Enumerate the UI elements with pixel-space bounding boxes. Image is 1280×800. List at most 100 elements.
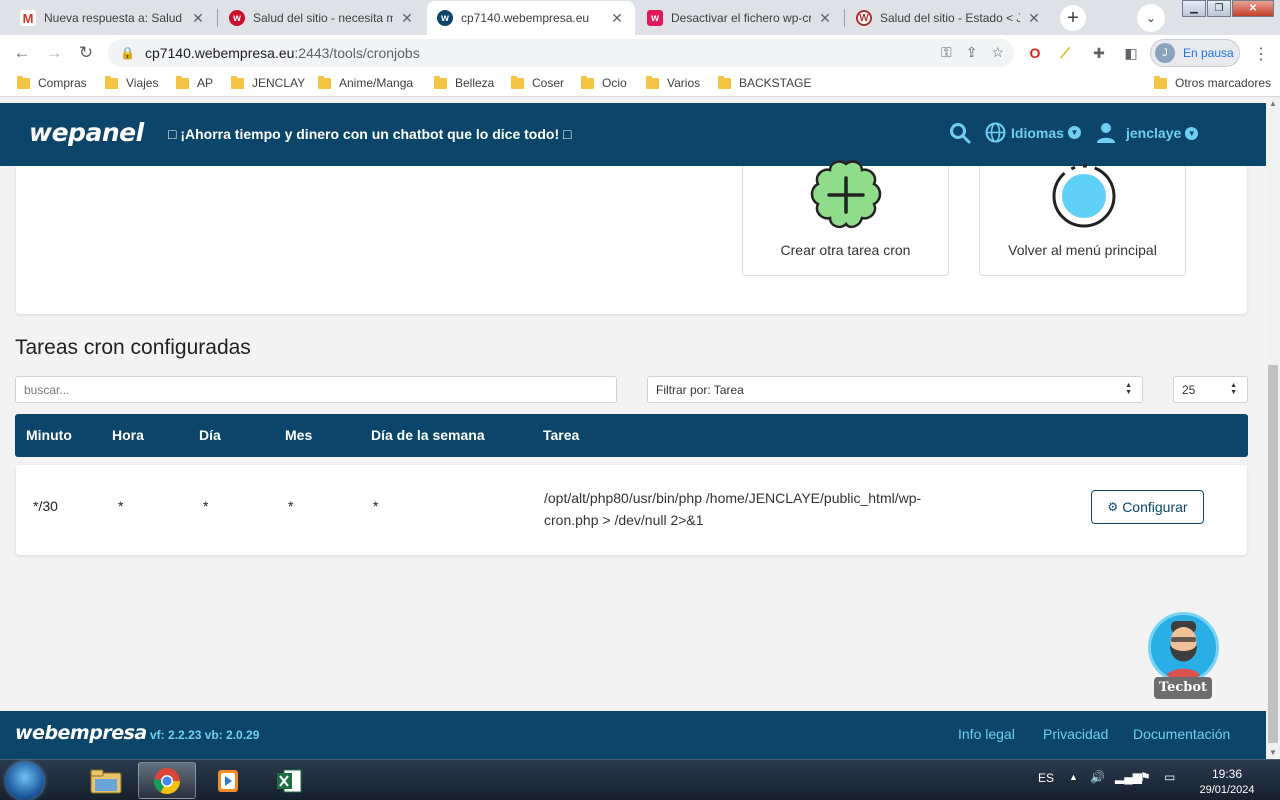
back-button[interactable]: ← xyxy=(10,41,34,65)
footer-link-privacy[interactable]: Privacidad xyxy=(1043,726,1108,742)
side-panel-icon[interactable]: ◧ xyxy=(1121,43,1141,63)
bookmark-varios[interactable]: Varios xyxy=(646,75,701,90)
bookmark-backstage[interactable]: BACKSTAGE xyxy=(718,75,811,90)
close-icon[interactable]: ✕ xyxy=(1026,10,1042,27)
folder-icon xyxy=(511,75,524,89)
configure-button[interactable]: ⚙ Configurar xyxy=(1091,490,1204,524)
bookmark-coser[interactable]: Coser xyxy=(511,75,565,90)
close-icon[interactable]: ✕ xyxy=(190,10,206,27)
tab-title: cp7140.webempresa.eu xyxy=(461,11,590,25)
network-icon[interactable]: ▂▄▆ xyxy=(1115,770,1142,784)
bookmark-belleza[interactable]: Belleza xyxy=(434,75,494,90)
start-button[interactable] xyxy=(6,762,44,800)
bookmark-viajes[interactable]: Viajes xyxy=(105,75,159,90)
maximize-button[interactable]: ❐ xyxy=(1207,0,1231,17)
star-icon[interactable]: ☆ xyxy=(991,44,1004,61)
taskbar-excel[interactable] xyxy=(260,762,318,799)
webempresa-icon: w xyxy=(647,10,663,26)
webempresa-logo[interactable]: webempresa xyxy=(15,722,147,744)
close-icon[interactable]: ✕ xyxy=(609,10,625,27)
key-icon[interactable]: ⚿ xyxy=(941,44,952,61)
add-icon xyxy=(810,160,882,229)
folder-icon xyxy=(231,75,244,89)
cell-day: * xyxy=(203,498,209,514)
url-host: cp7140.webempresa.eu xyxy=(144,45,295,61)
tecbot-label: Tecbot xyxy=(1154,677,1212,699)
bearded-man-icon xyxy=(1165,621,1202,680)
browser-menu-icon[interactable]: ⋮ xyxy=(1253,44,1269,64)
back-to-menu-button[interactable]: Volver al menú principal xyxy=(979,164,1186,276)
action-center-icon[interactable]: ⚑ xyxy=(1140,770,1151,784)
tab-search-button[interactable]: ⌄ xyxy=(1137,4,1165,32)
wepanel-logo[interactable]: wepanel xyxy=(29,118,144,147)
share-icon[interactable]: ⇪ xyxy=(966,44,978,61)
bookmark-anime-manga[interactable]: Anime/Manga xyxy=(318,75,413,90)
window-controls: ▁ ❐ ✕ xyxy=(1181,0,1274,17)
filter-select[interactable]: Filtrar por: Tarea ▲ ▼ xyxy=(647,376,1143,403)
filter-select-value: Filtrar por: Tarea xyxy=(656,382,744,397)
yellow-extension-icon[interactable]: ⟋ xyxy=(1055,43,1075,63)
scroll-up-icon[interactable]: ▲ xyxy=(1269,99,1277,108)
reload-button[interactable]: ↻ xyxy=(74,41,98,65)
languages-dropdown[interactable]: Idiomas ▼ xyxy=(985,122,1081,143)
task-line: /opt/alt/php80/usr/bin/php /home/JENCLAY… xyxy=(544,490,922,506)
minimize-button[interactable]: ▁ xyxy=(1182,0,1206,17)
extensions-puzzle-icon[interactable]: ✚ xyxy=(1089,43,1109,63)
taskbar-media-player[interactable] xyxy=(199,762,257,799)
footer-link-docs[interactable]: Documentación xyxy=(1133,726,1230,742)
footer-link-legal[interactable]: Info legal xyxy=(958,726,1015,742)
close-window-button[interactable]: ✕ xyxy=(1232,0,1274,17)
system-clock[interactable]: 19:36 29/01/2024 xyxy=(1196,766,1258,798)
sort-arrows-icon: ▲ ▼ xyxy=(1230,382,1237,396)
taskbar-explorer[interactable] xyxy=(77,762,135,799)
bookmark-ocio[interactable]: Ocio xyxy=(581,75,627,90)
wepanel-icon: w xyxy=(437,10,453,26)
bookmark-otros[interactable]: Otros marcadores xyxy=(1154,75,1271,90)
media-player-icon xyxy=(218,769,238,792)
forward-button[interactable]: → xyxy=(42,41,66,65)
page-size-select[interactable]: 25 ▲ ▼ xyxy=(1173,376,1248,403)
tecbot-chat-button[interactable]: Tecbot xyxy=(1148,612,1220,704)
column-header: Minuto xyxy=(26,427,72,443)
show-hidden-icons[interactable]: ▲ xyxy=(1069,772,1078,782)
create-cron-button[interactable]: Crear otra tarea cron xyxy=(742,160,949,276)
user-menu[interactable]: jenclaye ▼ xyxy=(1096,122,1199,144)
volume-icon[interactable]: 🔊 xyxy=(1090,770,1105,784)
close-icon[interactable]: ✕ xyxy=(817,10,833,27)
power-icon[interactable]: ▭ xyxy=(1164,770,1175,784)
bookmark-ap[interactable]: AP xyxy=(176,75,214,90)
tab-cpanel[interactable]: w cp7140.webempresa.eu ✕ xyxy=(427,1,635,35)
vertical-scrollbar[interactable]: ▲ ▼ xyxy=(1266,97,1280,759)
page-footer: webempresa vf: 2.2.23 vb: 2.0.29 Info le… xyxy=(0,711,1266,759)
bookmark-label: Varios xyxy=(667,76,701,90)
language-indicator[interactable]: ES xyxy=(1038,771,1054,785)
cell-minute: */30 xyxy=(33,498,58,514)
new-tab-button[interactable]: + xyxy=(1060,5,1086,31)
address-bar[interactable]: 🔒 cp7140.webempresa.eu:2443/tools/cronjo… xyxy=(108,39,1014,67)
configure-label: Configurar xyxy=(1122,499,1188,515)
username-label: jenclaye xyxy=(1126,125,1182,141)
tab-salud-sitio[interactable]: w Salud del sitio - necesita me ✕ xyxy=(219,1,425,35)
tab-gmail[interactable]: M Nueva respuesta a: Salud del ✕ xyxy=(10,1,216,35)
chevron-down-icon: ▼ xyxy=(1067,126,1081,139)
excel-icon xyxy=(277,769,302,792)
bookmark-label: Coser xyxy=(532,76,565,90)
bookmark-jenclay[interactable]: JENCLAY xyxy=(231,75,305,90)
chevron-down-icon: ▼ xyxy=(1185,126,1199,140)
close-icon[interactable]: ✕ xyxy=(399,10,415,27)
bookmark-label: AP xyxy=(197,76,214,90)
scroll-down-icon[interactable]: ▼ xyxy=(1269,748,1277,757)
taskbar-chrome[interactable] xyxy=(138,762,196,799)
search-button[interactable] xyxy=(949,122,971,144)
bookmark-compras[interactable]: Compras xyxy=(17,75,87,90)
task-line: cron.php > /dev/null 2>&1 xyxy=(544,512,704,528)
search-input[interactable] xyxy=(15,376,617,403)
folder-icon xyxy=(176,75,189,89)
tab-salud-estado[interactable]: W Salud del sitio - Estado < Je ✕ xyxy=(846,1,1052,35)
bookmark-label: Viajes xyxy=(126,76,159,90)
opera-extension-icon[interactable]: O xyxy=(1025,43,1045,63)
promo-banner[interactable]: □ ¡Ahorra tiempo y dinero con un chatbot… xyxy=(168,126,571,142)
profile-button[interactable]: J En pausa xyxy=(1150,39,1240,67)
tab-desactivar-wpcron[interactable]: w Desactivar el fichero wp-cro ✕ xyxy=(637,1,843,35)
scrollbar-thumb[interactable] xyxy=(1268,365,1278,743)
